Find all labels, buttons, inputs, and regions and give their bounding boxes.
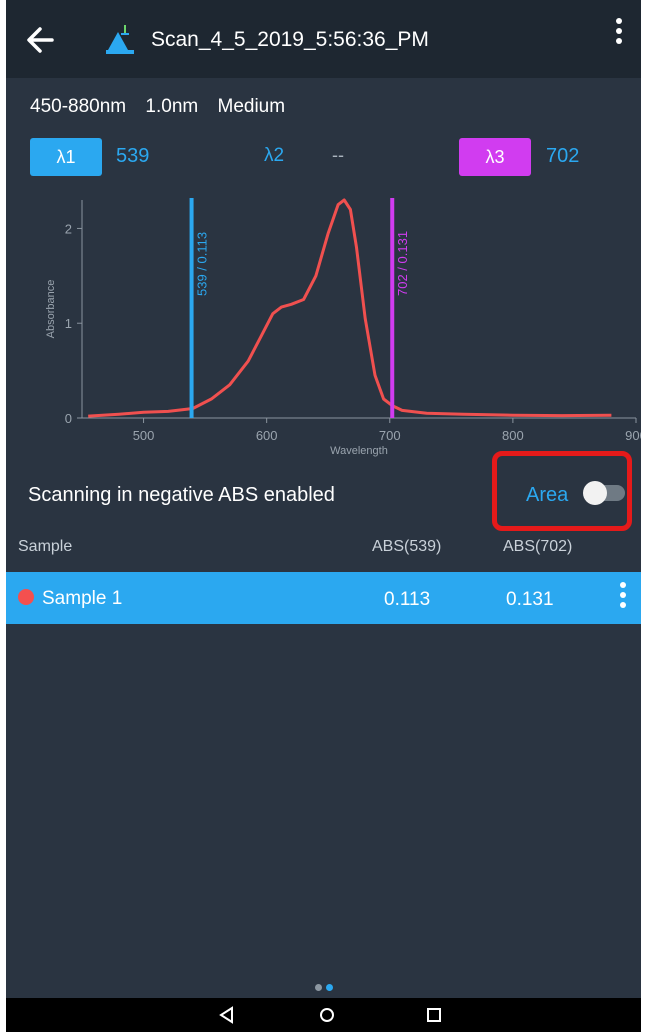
x-tick-label: 900 bbox=[625, 428, 641, 443]
absorbance-chart[interactable]: 0 1 2 500 600 700 800 900 Wavelength Absorbance 53… bbox=[6, 190, 641, 480]
y-tick-label: 0 bbox=[65, 411, 72, 426]
app-bar: Scan_4_5_2019_5:56:36_PM bbox=[6, 0, 641, 78]
row-menu-icon[interactable] bbox=[611, 582, 635, 614]
step-size: 1.0nm bbox=[145, 96, 199, 117]
sample-color-dot bbox=[18, 589, 34, 605]
sample-abs539: 0.113 bbox=[384, 589, 431, 610]
wavelength-range: 450-880nm bbox=[30, 96, 127, 117]
negative-abs-status: Scanning in negative ABS enabled bbox=[28, 484, 335, 506]
system-nav-bar bbox=[6, 998, 641, 1032]
sample-abs702: 0.131 bbox=[506, 589, 554, 610]
page-dot bbox=[315, 984, 322, 991]
lambda3-button[interactable]: λ3 bbox=[459, 138, 531, 176]
y-tick-label: 2 bbox=[65, 221, 72, 236]
x-axis-label: Wavelength bbox=[330, 445, 388, 457]
area-label: Area bbox=[526, 484, 569, 506]
flask-icon bbox=[106, 25, 134, 54]
x-tick-label: 700 bbox=[379, 428, 401, 443]
lambda2-value[interactable]: -- bbox=[332, 145, 344, 166]
page-title: Scan_4_5_2019_5:56:36_PM bbox=[151, 28, 429, 51]
overflow-menu-icon[interactable] bbox=[607, 18, 631, 62]
column-header-abs702: ABS(702) bbox=[503, 538, 573, 555]
lambda3-value[interactable]: 702 bbox=[546, 145, 579, 168]
absorbance-line bbox=[88, 198, 612, 418]
back-arrow-icon[interactable] bbox=[20, 18, 64, 62]
page-indicator bbox=[315, 978, 337, 996]
x-tick-label: 500 bbox=[133, 428, 155, 443]
x-tick-label: 600 bbox=[256, 428, 278, 443]
page-dot-active bbox=[326, 984, 333, 991]
nav-recents-icon[interactable] bbox=[422, 1004, 446, 1026]
table-row[interactable]: Sample 1 0.113 0.131 bbox=[6, 572, 641, 624]
lambda1-button[interactable]: λ1 bbox=[30, 138, 102, 176]
column-header-abs539: ABS(539) bbox=[372, 538, 442, 555]
lambda2-button[interactable]: λ2 bbox=[264, 145, 284, 167]
lambda1-value[interactable]: 539 bbox=[116, 145, 149, 168]
lambda1-marker-label: 539 / 0.113 bbox=[195, 232, 210, 296]
y-axis-label: Absorbance bbox=[45, 280, 57, 339]
nav-back-icon[interactable] bbox=[215, 1004, 239, 1026]
scan-speed: Medium bbox=[217, 96, 286, 117]
lambda3-marker-label: 702 / 0.131 bbox=[395, 231, 410, 296]
y-tick-label: 1 bbox=[65, 316, 72, 331]
column-header-sample: Sample bbox=[18, 538, 73, 555]
sample-name: Sample 1 bbox=[42, 588, 123, 609]
area-toggle-thumb[interactable] bbox=[583, 481, 607, 505]
scan-parameters: 450-880nm 1.0nm Medium bbox=[30, 96, 299, 118]
app-screen: Scan_4_5_2019_5:56:36_PM 450-880nm 1.0nm… bbox=[6, 0, 641, 1032]
nav-home-icon[interactable] bbox=[315, 1004, 339, 1026]
x-tick-label: 800 bbox=[502, 428, 524, 443]
